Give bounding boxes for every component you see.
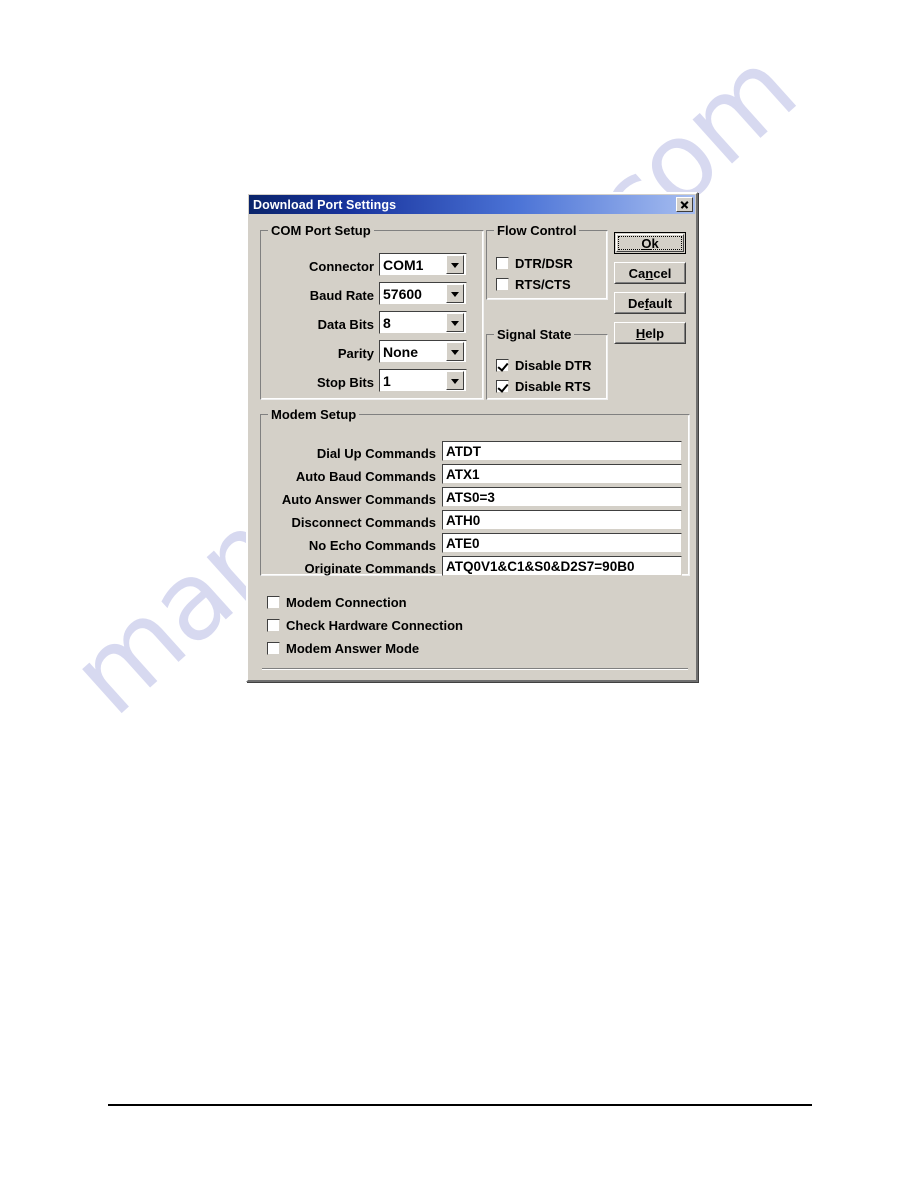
dialog-title: Download Port Settings: [253, 197, 397, 212]
no-echo-commands-label: No Echo Commands: [308, 538, 436, 553]
dialog-titlebar[interactable]: Download Port Settings: [249, 195, 695, 214]
parity-label: Parity: [337, 346, 374, 361]
connector-label: Connector: [309, 259, 374, 274]
modem-setup-legend: Modem Setup: [268, 407, 360, 422]
checkbox-box[interactable]: [496, 380, 509, 393]
checkbox-label: Disable DTR: [515, 358, 592, 373]
checkbox-label: Modem Answer Mode: [286, 641, 420, 656]
originate-commands-input[interactable]: ATQ0V1&C1&S0&D2S7=90B0: [442, 556, 682, 576]
cancel-button[interactable]: Cancel: [614, 262, 686, 284]
parity-combobox[interactable]: None: [379, 340, 467, 363]
checkbox-box[interactable]: [496, 257, 509, 270]
page-footer-rule: [108, 1104, 812, 1106]
auto-answer-commands-input[interactable]: ATS0=3: [442, 487, 682, 507]
auto-answer-commands-value: ATS0=3: [446, 489, 495, 505]
flow-control-legend: Flow Control: [494, 223, 580, 238]
checkbox-dtr-dsr[interactable]: DTR/DSR: [496, 256, 573, 271]
help-button[interactable]: Help: [614, 322, 686, 344]
ok-button[interactable]: Ok: [614, 232, 686, 254]
close-icon[interactable]: [676, 197, 693, 212]
signal-state-legend: Signal State: [494, 327, 575, 342]
com-port-setup-legend: COM Port Setup: [268, 223, 374, 238]
checkbox-modem-answer-mode[interactable]: Modem Answer Mode: [267, 641, 419, 656]
baud-rate-combobox[interactable]: 57600: [379, 282, 467, 305]
no-echo-commands-value: ATE0: [446, 535, 480, 551]
checkbox-box[interactable]: [496, 359, 509, 372]
chevron-down-icon[interactable]: [446, 255, 464, 274]
checkbox-label: Modem Connection: [286, 595, 407, 610]
dialog-client-area: COM Port Setup Connector COM1 Baud Rate …: [248, 214, 696, 680]
connector-combobox[interactable]: COM1: [379, 253, 467, 276]
auto-answer-commands-label: Auto Answer Commands: [281, 492, 436, 507]
cancel-button-label: Cancel: [628, 265, 672, 281]
checkbox-disable-rts[interactable]: Disable RTS: [496, 379, 591, 394]
stop-bits-combobox[interactable]: 1: [379, 369, 467, 392]
baud-rate-value: 57600: [383, 285, 422, 302]
download-port-settings-dialog: Download Port Settings COM Port Setup Co…: [246, 192, 698, 682]
disconnect-commands-label: Disconnect Commands: [291, 515, 436, 530]
chevron-down-icon[interactable]: [446, 284, 464, 303]
auto-baud-commands-value: ATX1: [446, 466, 480, 482]
no-echo-commands-input[interactable]: ATE0: [442, 533, 682, 553]
checkbox-check-hardware-connection[interactable]: Check Hardware Connection: [267, 618, 463, 633]
checkbox-label: Disable RTS: [515, 379, 591, 394]
data-bits-combobox[interactable]: 8: [379, 311, 467, 334]
default-button[interactable]: Default: [614, 292, 686, 314]
chevron-down-icon[interactable]: [446, 313, 464, 332]
checkbox-box[interactable]: [496, 278, 509, 291]
chevron-down-icon[interactable]: [446, 371, 464, 390]
dial-up-commands-value: ATDT: [446, 443, 481, 459]
dialog-separator: [262, 668, 688, 670]
checkbox-label: Check Hardware Connection: [286, 618, 463, 633]
originate-commands-value: ATQ0V1&C1&S0&D2S7=90B0: [446, 558, 635, 574]
baud-rate-label: Baud Rate: [309, 288, 374, 303]
stop-bits-value: 1: [383, 372, 391, 389]
help-button-label: Help: [635, 325, 665, 341]
dial-up-commands-label: Dial Up Commands: [316, 446, 436, 461]
originate-commands-label: Originate Commands: [304, 561, 436, 576]
dial-up-commands-input[interactable]: ATDT: [442, 441, 682, 461]
stop-bits-label: Stop Bits: [316, 375, 374, 390]
checkbox-box[interactable]: [267, 596, 280, 609]
default-button-label: Default: [627, 295, 673, 311]
checkbox-box[interactable]: [267, 619, 280, 632]
checkbox-modem-connection[interactable]: Modem Connection: [267, 595, 407, 610]
checkbox-label: RTS/CTS: [515, 277, 571, 292]
data-bits-label: Data Bits: [317, 317, 374, 332]
chevron-down-icon[interactable]: [446, 342, 464, 361]
disconnect-commands-value: ATH0: [446, 512, 481, 528]
connector-value: COM1: [383, 256, 424, 273]
parity-value: None: [383, 343, 418, 360]
checkbox-disable-dtr[interactable]: Disable DTR: [496, 358, 592, 373]
ok-button-label: O: [641, 235, 652, 251]
checkbox-box[interactable]: [267, 642, 280, 655]
data-bits-value: 8: [383, 314, 391, 331]
checkbox-rts-cts[interactable]: RTS/CTS: [496, 277, 571, 292]
auto-baud-commands-label: Auto Baud Commands: [295, 469, 436, 484]
auto-baud-commands-input[interactable]: ATX1: [442, 464, 682, 484]
checkbox-label: DTR/DSR: [515, 256, 573, 271]
disconnect-commands-input[interactable]: ATH0: [442, 510, 682, 530]
